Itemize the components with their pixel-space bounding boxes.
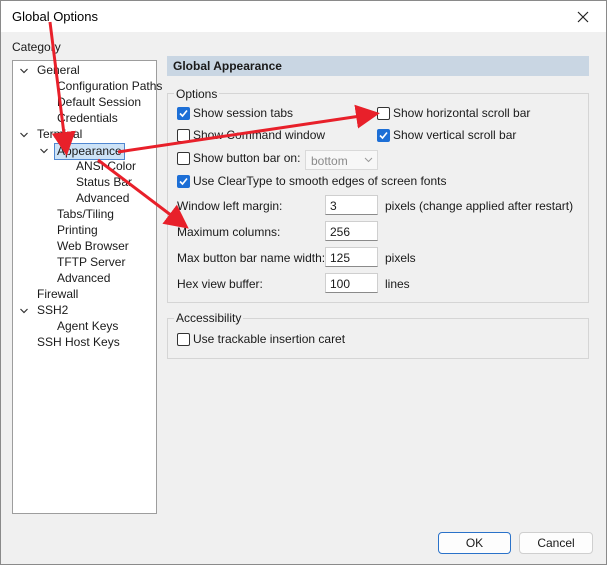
checkmark-icon [379,131,388,140]
use-trackable-caret-checkbox[interactable] [177,333,190,346]
show-session-tabs-checkbox[interactable] [177,107,190,120]
tree-item-ansi-color[interactable]: ANSI Color [76,159,136,174]
chevron-down-icon[interactable] [19,130,29,140]
title-bar: Global Options [1,1,606,32]
chevron-down-icon[interactable] [19,306,29,316]
tree-item-appearance[interactable]: Appearance [54,143,125,160]
max-button-bar-name-width-suffix: pixels [385,251,416,265]
window-left-margin-label: Window left margin: [177,199,283,213]
category-tree[interactable]: General Configuration Paths Default Sess… [12,60,162,514]
tree-item-appearance-advanced[interactable]: Advanced [76,191,129,206]
tree-item-credentials[interactable]: Credentials [57,111,118,126]
panel-header: Global Appearance [167,56,589,76]
tree-item-tftp-server[interactable]: TFTP Server [57,255,125,270]
use-trackable-caret-label: Use trackable insertion caret [193,332,346,346]
hex-view-buffer-value: 100 [330,277,351,291]
show-session-tabs-label: Show session tabs [193,106,294,120]
accessibility-legend: Accessibility [174,311,244,325]
close-button[interactable] [560,1,606,32]
ok-button[interactable]: OK [438,532,511,554]
chevron-down-icon[interactable] [39,146,49,156]
tree-item-terminal-advanced[interactable]: Advanced [57,271,110,286]
window-title: Global Options [12,9,98,24]
maximum-columns-value: 256 [330,225,351,239]
show-command-window-checkbox[interactable] [177,129,190,142]
tree-item-agent-keys[interactable]: Agent Keys [57,319,118,334]
tree-item-ssh2[interactable]: SSH2 [37,303,68,318]
max-button-bar-name-width-value: 125 [330,251,351,265]
hex-view-buffer-input[interactable]: 100 [325,273,378,293]
max-button-bar-name-width-input[interactable]: 125 [325,247,378,267]
checkmark-icon [179,177,188,186]
show-vertical-scroll-bar-checkbox[interactable] [377,129,390,142]
hex-view-buffer-suffix: lines [385,277,410,291]
show-vertical-scroll-bar-label: Show vertical scroll bar [393,128,517,142]
tree-item-printing[interactable]: Printing [57,223,98,238]
tree-item-ssh-host-keys[interactable]: SSH Host Keys [37,335,120,350]
show-horizontal-scroll-bar-label: Show horizontal scroll bar [393,106,531,120]
panel-header-title: Global Appearance [173,59,282,73]
options-legend: Options [174,87,220,101]
checkmark-icon [179,109,188,118]
maximum-columns-input[interactable]: 256 [325,221,378,241]
tree-item-default-session[interactable]: Default Session [57,95,141,110]
cancel-button[interactable]: Cancel [519,532,593,554]
window-left-margin-value: 3 [330,199,337,213]
show-command-window-label: Show Command window [193,128,326,142]
chevron-down-icon[interactable] [19,66,29,76]
tree-item-terminal[interactable]: Terminal [37,127,82,142]
tree-item-web-browser[interactable]: Web Browser [57,239,129,254]
tree-item-firewall[interactable]: Firewall [37,287,78,302]
tree-item-tabs-tiling[interactable]: Tabs/Tiling [57,207,114,222]
button-bar-position-select[interactable]: bottom [305,150,378,170]
show-button-bar-label: Show button bar on: [193,151,301,165]
use-cleartype-checkbox[interactable] [177,175,190,188]
hex-view-buffer-label: Hex view buffer: [177,277,263,291]
max-button-bar-name-width-label: Max button bar name width: [177,251,326,265]
window-left-margin-suffix: pixels (change applied after restart) [385,199,574,213]
button-bar-position-value: bottom [311,154,348,168]
category-label: Category [12,40,61,54]
tree-item-status-bar[interactable]: Status Bar [76,175,132,190]
show-button-bar-checkbox[interactable] [177,152,190,165]
global-options-dialog: Global Options Category General Configur… [0,0,607,565]
window-left-margin-input[interactable]: 3 [325,195,378,215]
options-group [167,93,589,303]
chevron-down-icon [364,157,373,163]
maximum-columns-label: Maximum columns: [177,225,281,239]
show-horizontal-scroll-bar-checkbox[interactable] [377,107,390,120]
close-icon [577,11,589,22]
tree-item-configuration-paths[interactable]: Configuration Paths [57,79,162,94]
use-cleartype-label: Use ClearType to smooth edges of screen … [193,174,447,188]
tree-item-general[interactable]: General [37,63,80,78]
